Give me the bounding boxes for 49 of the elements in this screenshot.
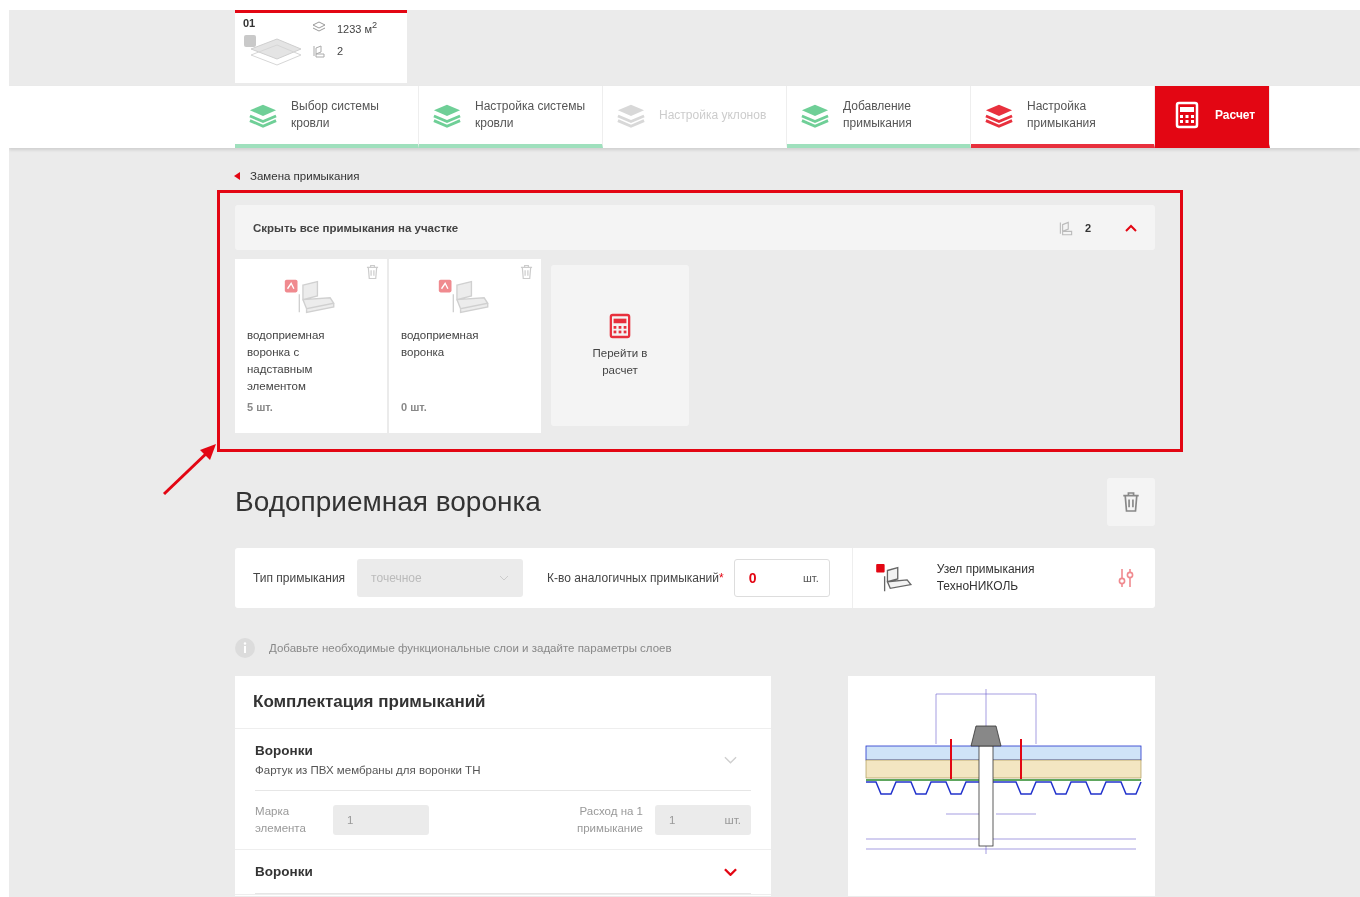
kit-title: Комплектация примыканий (235, 676, 771, 729)
delete-button[interactable] (1107, 478, 1155, 526)
adjacency-name: водоприемная воронка (401, 328, 480, 360)
adjacency-card[interactable]: водоприемная воронка с надставным элементом 5 шт. (235, 259, 387, 433)
settings-icon[interactable] (1117, 568, 1135, 588)
project-tab[interactable]: 01 1233 м$^{2}$ 2 (235, 10, 407, 83)
calculator-icon (609, 312, 631, 339)
adjacency-count: 2 (337, 45, 344, 57)
adjacency-node-icon (874, 563, 913, 593)
step-label: Расчет (1215, 106, 1256, 124)
node-label: Узел примыкания ТехноНИКОЛЬ (936, 561, 1036, 595)
trash-icon[interactable] (520, 264, 533, 280)
item-subtitle: Фартук из ПВХ мембраны для воронки ТН (255, 764, 481, 776)
adjacency-icon (311, 43, 327, 59)
hint-text: Добавьте необходимые функциональные слои и задайте параметры слоев (269, 642, 672, 654)
back-arrow-icon[interactable] (234, 172, 240, 180)
area-value: 1233 м$^{2}$ (337, 19, 378, 35)
step-tab[interactable]: Добавление примыкания (787, 86, 971, 148)
usage-label: Расход на 1 примыкание (575, 804, 643, 836)
trash-icon[interactable] (366, 264, 379, 280)
mark-label: Марка элемента (255, 804, 307, 836)
step-tab[interactable]: Настройка системы кровли (419, 86, 603, 148)
item-title: Воронки (255, 864, 313, 879)
chevron-down-icon[interactable] (724, 867, 737, 876)
adjacency-quantity: 0 шт. (401, 401, 428, 413)
info-icon (235, 638, 255, 658)
step-label: Выбор системы кровли (291, 98, 380, 132)
item-title: Воронки (255, 743, 314, 758)
breadcrumb-link[interactable]: Замена примыкания (250, 170, 360, 182)
trash-icon (1122, 491, 1140, 513)
adjacency-card[interactable]: водоприемная воронка 0 шт. (389, 259, 541, 433)
step-label: Настройка системы кровли (475, 98, 587, 132)
project-number: 01 (243, 17, 256, 29)
adjacency-quantity: 5 шт. (247, 401, 274, 413)
step-label: Добавление примыкания (843, 98, 913, 132)
type-label: Тип примыкания (253, 571, 346, 585)
page-title: Водоприемная воронка (235, 486, 541, 518)
group-count: 2 (1084, 221, 1091, 234)
step-tab[interactable]: Выбор системы кровли (235, 86, 419, 148)
group-title: Скрыть все примыкания на участке (253, 221, 460, 234)
count-label: К-во аналогичных примыканий* (547, 571, 724, 585)
go-to-calculation-label: Перейти в расчет (592, 345, 648, 378)
go-to-calculation-card[interactable]: Перейти в расчет (551, 265, 689, 426)
group-header[interactable]: Скрыть все примыкания на участке 2 (235, 205, 1155, 250)
step-label: Настройка примыкания (1027, 98, 1097, 132)
chevron-up-icon[interactable] (1125, 223, 1137, 232)
chevron-down-icon (499, 575, 510, 581)
count-field[interactable]: 0 шт. (733, 559, 830, 597)
adjacency-name: водоприемная воронка с надставным элементом (247, 328, 326, 394)
